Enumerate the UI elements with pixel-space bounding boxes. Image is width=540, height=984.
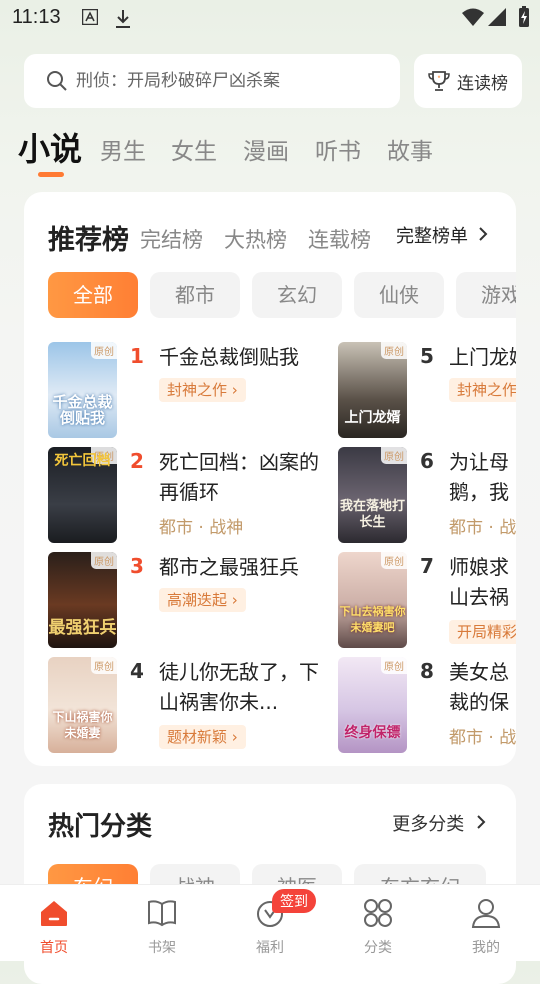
book-cover: 原创 下山去祸害你未婚妻吧 — [338, 552, 407, 648]
search-icon — [47, 71, 67, 91]
tab-male[interactable]: 男生 — [100, 132, 146, 166]
trophy-icon — [428, 71, 450, 91]
full-ranking-label: 完整榜单 — [396, 226, 468, 247]
profile-icon — [471, 899, 501, 928]
book-rank: 3 — [130, 554, 144, 578]
tab-serial-rank[interactable]: 连载榜 — [308, 224, 371, 254]
active-tab-indicator — [38, 172, 64, 177]
book-cover: 原创 死亡回档 — [48, 447, 117, 543]
book-rank: 5 — [420, 344, 434, 368]
notification-a-icon — [82, 9, 98, 25]
chip-game[interactable]: 游戏 — [456, 272, 516, 318]
chip-fantasy[interactable]: 玄幻 — [252, 272, 342, 318]
tab-hot-rank[interactable]: 大热榜 — [224, 224, 287, 254]
book-item[interactable]: 原创 我在落地打长生 6 为让母鹅，我 都市 · 战神 — [338, 447, 516, 545]
chip-xianxia[interactable]: 仙侠 — [354, 272, 444, 318]
status-bar: 11:13 — [0, 0, 540, 36]
bottom-navigation: 首页 书架 福利 分类 我的 — [0, 884, 540, 961]
battery-icon — [519, 6, 529, 27]
status-time: 11:13 — [12, 6, 61, 28]
tab-novel[interactable]: 小说 — [18, 124, 82, 170]
sign-in-badge[interactable]: 签到 — [272, 889, 316, 913]
nav-profile[interactable]: 我的 — [432, 885, 540, 961]
book-title: 死亡回档：凶案的再循环 — [159, 450, 319, 504]
wifi-icon — [462, 8, 484, 26]
download-icon — [116, 10, 130, 28]
search-placeholder: 刑侦：开局秒破碎尸凶杀案 — [76, 71, 280, 90]
book-cover: 原创 下山祸害你未婚妻 — [48, 657, 117, 753]
book-cover: 原创 终身保镖 — [338, 657, 407, 753]
book-item[interactable]: 原创 死亡回档 2 死亡回档：凶案的再循环 都市 · 战神 — [48, 447, 319, 545]
tab-completed-rank[interactable]: 完结榜 — [140, 224, 203, 254]
book-meta: 都市 · 战神 — [159, 518, 244, 538]
bookshelf-icon — [148, 900, 176, 927]
book-cover: 原创 上门龙婿 — [338, 342, 407, 438]
rank-button-label: 连读榜 — [457, 74, 508, 94]
book-rank: 7 — [420, 554, 434, 578]
ranking-card: 推荐榜 完结榜 大热榜 连载榜 完整榜单 全部 都市 玄幻 仙侠 游戏 原创 千… — [24, 192, 516, 766]
book-rank: 6 — [420, 449, 434, 473]
tab-story[interactable]: 故事 — [387, 132, 433, 166]
book-item[interactable]: 原创 上门龙婿 5 上门龙婿 封神之作 › — [338, 342, 516, 440]
category-icon — [364, 899, 392, 927]
search-bar[interactable]: 刑侦：开局秒破碎尸凶杀案 — [24, 54, 400, 108]
book-tag: 封神之作 › — [159, 378, 246, 402]
book-title: 为让母鹅，我 — [449, 450, 509, 504]
book-tag: 题材新颖 › — [159, 725, 246, 749]
chevron-right-icon — [477, 815, 486, 829]
book-tag: 开局精彩 › — [449, 620, 516, 644]
chip-all[interactable]: 全部 — [48, 272, 138, 318]
book-item[interactable]: 原创 最强狂兵 3 都市之最强狂兵 高潮迭起 › — [48, 552, 308, 650]
book-cover: 原创 千金总裁倒贴我 — [48, 342, 117, 438]
tab-comic[interactable]: 漫画 — [243, 132, 289, 166]
book-cover: 原创 最强狂兵 — [48, 552, 117, 648]
book-meta: 都市 · 战神 — [449, 518, 516, 538]
book-item[interactable]: 原创 下山去祸害你未婚妻吧 7 师娘求山去祸 开局精彩 › — [338, 552, 516, 650]
chevron-right-icon — [479, 227, 488, 241]
book-rank: 1 — [130, 344, 144, 368]
book-title: 师娘求山去祸 — [449, 555, 509, 609]
tab-female[interactable]: 女生 — [171, 132, 217, 166]
book-title: 徒儿你无敌了，下山祸害你未... — [159, 660, 319, 714]
book-rank: 4 — [130, 659, 144, 683]
full-ranking-link[interactable]: 完整榜单 — [396, 222, 488, 248]
book-cover: 原创 我在落地打长生 — [338, 447, 407, 543]
signal-icon — [488, 8, 506, 26]
book-tag: 封神之作 › — [449, 378, 516, 402]
book-title: 上门龙婿 — [449, 345, 516, 369]
book-tag: 高潮迭起 › — [159, 588, 246, 612]
nav-category[interactable]: 分类 — [324, 885, 432, 961]
book-meta: 都市 · 战神 — [449, 728, 516, 748]
home-icon — [41, 901, 67, 926]
nav-bookshelf[interactable]: 书架 — [108, 885, 216, 961]
book-item[interactable]: 原创 终身保镖 8 美女总裁的保镖 都市 · 战神 — [338, 657, 516, 755]
book-item[interactable]: 原创 千金总裁倒贴我 1 千金总裁倒贴我 封神之作 › — [48, 342, 308, 440]
book-item[interactable]: 原创 下山祸害你未婚妻 4 徒儿你无敌了，下山祸害你未... 题材新颖 › — [48, 657, 319, 755]
book-rank: 2 — [130, 449, 144, 473]
book-title: 美女总裁的保镖 — [449, 660, 509, 714]
book-title: 千金总裁倒贴我 — [159, 345, 299, 369]
tab-recommended-rank[interactable]: 推荐榜 — [48, 218, 129, 257]
nav-home[interactable]: 首页 — [0, 885, 108, 961]
chip-urban[interactable]: 都市 — [150, 272, 240, 318]
book-title: 都市之最强狂兵 — [159, 555, 299, 579]
continuous-reading-rank-button[interactable]: 连读榜 — [414, 54, 522, 108]
tab-audiobook[interactable]: 听书 — [315, 132, 361, 166]
book-rank: 8 — [420, 659, 434, 683]
hot-categories-title: 热门分类 — [48, 812, 153, 842]
more-categories-link[interactable]: 更多分类 — [392, 810, 486, 836]
